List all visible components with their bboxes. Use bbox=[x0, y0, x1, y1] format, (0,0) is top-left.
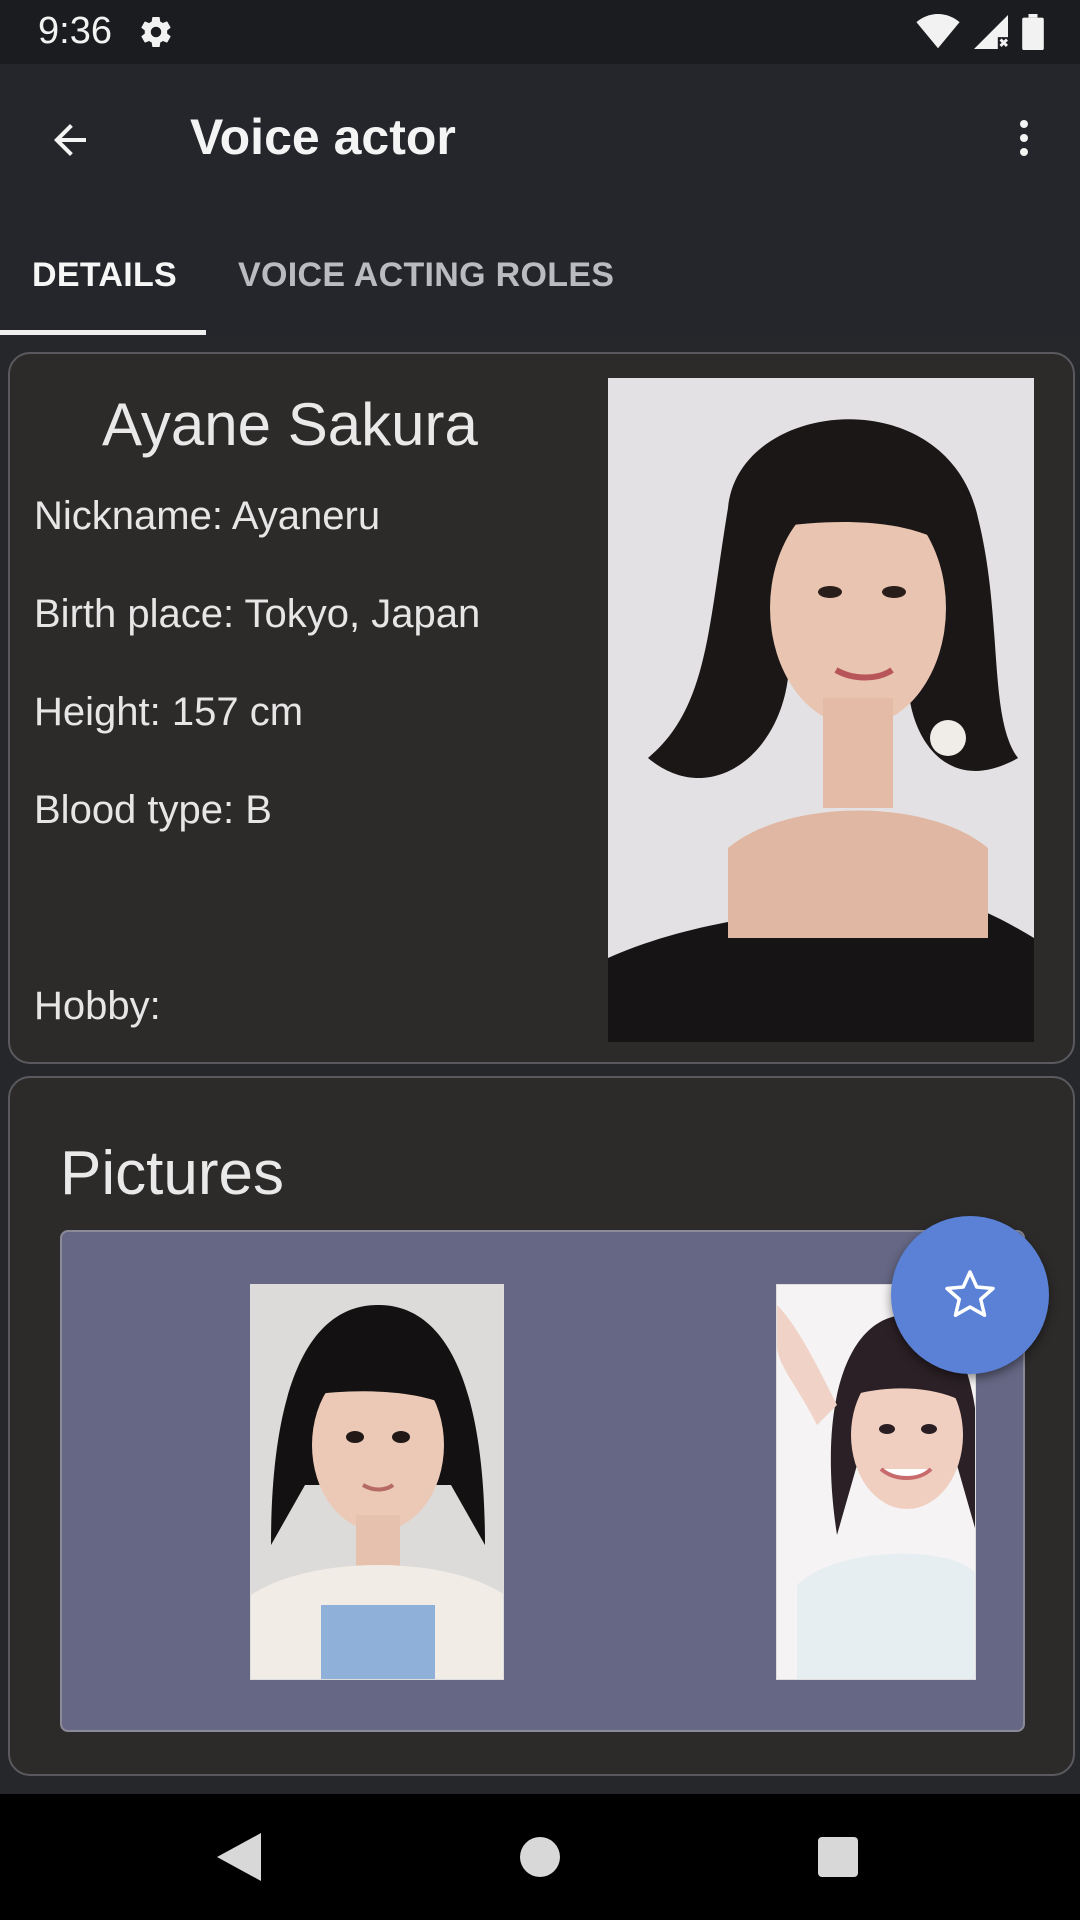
birth-place-text: Birth place: Tokyo, Japan bbox=[34, 592, 481, 636]
tab-indicator bbox=[0, 330, 206, 335]
app-bar: Voice actor bbox=[0, 64, 1080, 210]
page-title: Voice actor bbox=[190, 109, 456, 165]
gallery-image[interactable] bbox=[250, 1284, 504, 1680]
battery-icon bbox=[1022, 14, 1044, 50]
recents-square-icon bbox=[818, 1837, 858, 1877]
tab-bar: DETAILS VOICE ACTING ROLES bbox=[0, 210, 1080, 336]
star-outline-icon bbox=[945, 1270, 995, 1317]
nav-back-button[interactable] bbox=[206, 1824, 272, 1890]
nav-recents-button[interactable] bbox=[805, 1824, 871, 1890]
details-card: Ayane Sakura Nickname: Ayaneru Birth pla… bbox=[8, 352, 1075, 1064]
actor-name: Ayane Sakura bbox=[102, 391, 478, 458]
nav-home-button[interactable] bbox=[507, 1824, 573, 1890]
back-triangle-icon bbox=[217, 1833, 261, 1881]
arrow-back-icon bbox=[54, 124, 86, 156]
favorite-fab[interactable] bbox=[891, 1216, 1049, 1374]
more-options-button[interactable] bbox=[992, 106, 1056, 170]
nickname-text: Nickname: Ayaneru bbox=[34, 494, 381, 538]
pictures-card: Pictures bbox=[8, 1076, 1075, 1776]
status-bar: 9:36 bbox=[0, 0, 1080, 64]
content-area[interactable]: Ayane Sakura Nickname: Ayaneru Birth pla… bbox=[0, 336, 1080, 1794]
status-time: 9:36 bbox=[38, 10, 112, 52]
home-circle-icon bbox=[520, 1837, 560, 1877]
pictures-gallery[interactable] bbox=[60, 1230, 1025, 1732]
cell-signal-icon bbox=[974, 15, 1008, 49]
back-button[interactable] bbox=[38, 108, 102, 172]
actor-portrait-image[interactable] bbox=[608, 378, 1034, 1042]
height-text: Height: 157 cm bbox=[34, 690, 304, 734]
hobby-text: Hobby: bbox=[34, 984, 161, 1028]
gear-icon bbox=[141, 17, 171, 48]
pictures-title: Pictures bbox=[60, 1139, 284, 1208]
tab-details[interactable]: DETAILS bbox=[32, 256, 177, 295]
status-icons bbox=[916, 12, 1044, 52]
blood-type-text: Blood type: B bbox=[34, 788, 272, 832]
system-nav-bar bbox=[0, 1794, 1080, 1920]
more-vert-icon bbox=[1020, 120, 1028, 156]
wifi-icon bbox=[916, 14, 960, 49]
tab-voice-acting-roles[interactable]: VOICE ACTING ROLES bbox=[238, 256, 614, 295]
